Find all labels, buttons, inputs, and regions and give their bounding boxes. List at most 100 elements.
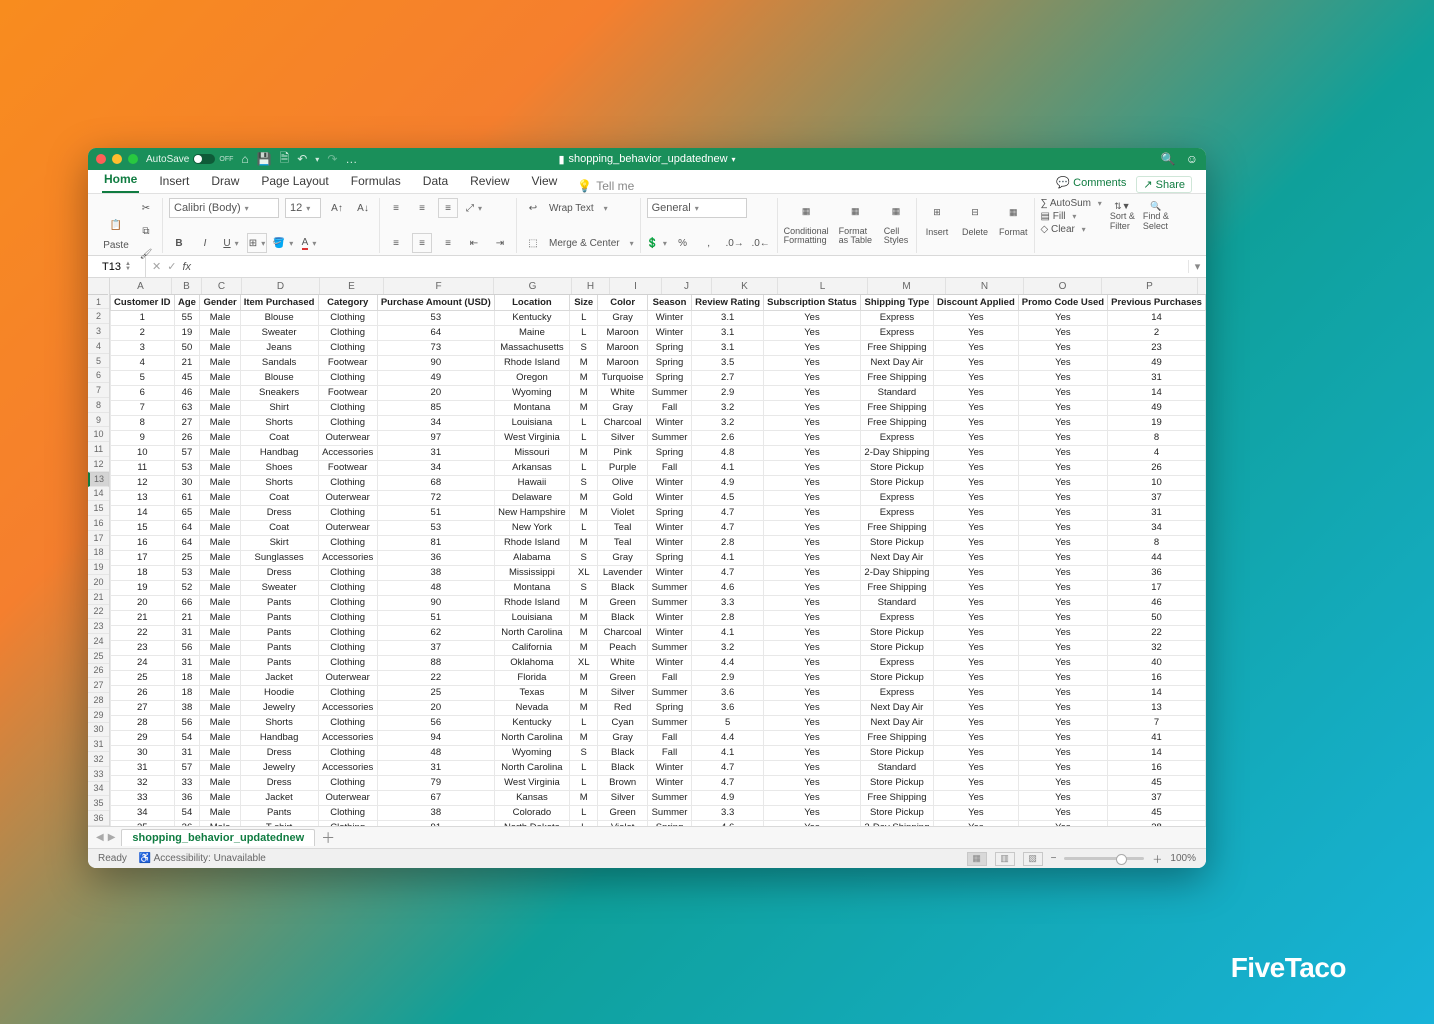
- cell[interactable]: Coat: [240, 490, 318, 505]
- cell[interactable]: 4.1: [692, 625, 764, 640]
- cell[interactable]: Yes: [764, 460, 861, 475]
- column-header[interactable]: G: [494, 278, 572, 294]
- cell[interactable]: Yes: [933, 745, 1018, 760]
- cell[interactable]: Yes: [1018, 715, 1107, 730]
- cell[interactable]: Male: [200, 700, 240, 715]
- cell[interactable]: 14: [1108, 685, 1206, 700]
- cell[interactable]: Oregon: [494, 370, 569, 385]
- cell[interactable]: 33: [174, 775, 200, 790]
- cell[interactable]: 54: [174, 805, 200, 820]
- decrease-indent-icon[interactable]: ⇤: [464, 233, 484, 253]
- orientation-icon[interactable]: ⤢▾: [464, 198, 484, 218]
- cell[interactable]: Male: [200, 310, 240, 325]
- close-window-icon[interactable]: [96, 154, 106, 164]
- cell[interactable]: Winter: [647, 760, 691, 775]
- row-header[interactable]: 8: [88, 398, 109, 413]
- cell[interactable]: Gold: [598, 490, 648, 505]
- cell[interactable]: Express: [860, 685, 933, 700]
- row-header[interactable]: 2: [88, 309, 109, 324]
- column-headers[interactable]: ABCDEFGHIJKLMNOP: [110, 278, 1206, 295]
- cell[interactable]: Outerwear: [318, 790, 377, 805]
- column-field-header[interactable]: Review Rating: [692, 295, 764, 310]
- merge-center-button[interactable]: Merge & Center: [549, 238, 620, 249]
- column-header[interactable]: H: [572, 278, 610, 294]
- cell[interactable]: L: [570, 430, 598, 445]
- row-header[interactable]: 9: [88, 413, 109, 428]
- cell[interactable]: XL: [570, 655, 598, 670]
- cell[interactable]: Male: [200, 460, 240, 475]
- cell[interactable]: M: [570, 445, 598, 460]
- cell[interactable]: Shorts: [240, 715, 318, 730]
- table-row[interactable]: 3454MalePantsClothing38ColoradoLGreenSum…: [111, 805, 1206, 820]
- row-header[interactable]: 22: [88, 605, 109, 620]
- align-bottom-icon[interactable]: ≡: [438, 198, 458, 218]
- cell[interactable]: Yes: [764, 640, 861, 655]
- table-row[interactable]: 2121MalePantsClothing51LouisianaMBlackWi…: [111, 610, 1206, 625]
- row-header[interactable]: 23: [88, 619, 109, 634]
- cell[interactable]: Sweater: [240, 325, 318, 340]
- cell[interactable]: XL: [570, 565, 598, 580]
- cell[interactable]: Male: [200, 775, 240, 790]
- cell[interactable]: Winter: [647, 520, 691, 535]
- row-header[interactable]: 29: [88, 708, 109, 723]
- fill-button[interactable]: ▤ Fill ▾: [1041, 211, 1102, 222]
- cell[interactable]: Outerwear: [318, 520, 377, 535]
- cell[interactable]: 29: [111, 730, 174, 745]
- column-field-header[interactable]: Purchase Amount (USD): [377, 295, 494, 310]
- name-box[interactable]: T13 ▲▼: [88, 256, 146, 277]
- insert-cells-button[interactable]: ⊞Insert: [923, 198, 951, 237]
- table-row[interactable]: 421MaleSandalsFootwear90Rhode IslandMMar…: [111, 355, 1206, 370]
- expand-formula-bar-icon[interactable]: ▾: [1188, 260, 1206, 273]
- row-headers[interactable]: 1234567891011121314151617181920212223242…: [88, 278, 110, 826]
- cell[interactable]: Yes: [933, 715, 1018, 730]
- cell[interactable]: Yes: [764, 430, 861, 445]
- cell[interactable]: Yes: [933, 685, 1018, 700]
- cell[interactable]: 79: [377, 775, 494, 790]
- cell[interactable]: Male: [200, 580, 240, 595]
- cell[interactable]: Yes: [1018, 610, 1107, 625]
- cell[interactable]: Silver: [598, 685, 648, 700]
- enter-formula-icon[interactable]: ✓: [167, 260, 176, 273]
- row-header[interactable]: 12: [88, 457, 109, 472]
- cell[interactable]: Yes: [1018, 385, 1107, 400]
- cell[interactable]: 25: [111, 670, 174, 685]
- cell[interactable]: Free Shipping: [860, 340, 933, 355]
- cell[interactable]: Olive: [598, 475, 648, 490]
- cell[interactable]: 3.1: [692, 310, 764, 325]
- cell[interactable]: Gray: [598, 310, 648, 325]
- cell[interactable]: M: [570, 640, 598, 655]
- cell[interactable]: 31: [111, 760, 174, 775]
- cell[interactable]: Male: [200, 550, 240, 565]
- cell[interactable]: M: [570, 355, 598, 370]
- cell[interactable]: Next Day Air: [860, 550, 933, 565]
- cell[interactable]: 4: [111, 355, 174, 370]
- cell[interactable]: Free Shipping: [860, 790, 933, 805]
- column-field-header[interactable]: Season: [647, 295, 691, 310]
- cell[interactable]: Yes: [764, 355, 861, 370]
- cell[interactable]: Yes: [933, 370, 1018, 385]
- cell[interactable]: 37: [377, 640, 494, 655]
- cell[interactable]: 30: [111, 745, 174, 760]
- cell[interactable]: Yes: [764, 520, 861, 535]
- cell[interactable]: 31: [174, 625, 200, 640]
- column-header[interactable]: A: [110, 278, 172, 294]
- cell[interactable]: 34: [1108, 520, 1206, 535]
- cell[interactable]: 27: [174, 415, 200, 430]
- cell[interactable]: Clothing: [318, 505, 377, 520]
- cell[interactable]: 2: [1108, 325, 1206, 340]
- row-header[interactable]: 15: [88, 501, 109, 516]
- column-field-header[interactable]: Previous Purchases: [1108, 295, 1206, 310]
- row-header[interactable]: 36: [88, 811, 109, 826]
- column-header[interactable]: I: [610, 278, 662, 294]
- cell[interactable]: 53: [174, 565, 200, 580]
- cell[interactable]: 65: [174, 505, 200, 520]
- cell[interactable]: 63: [174, 400, 200, 415]
- cell[interactable]: Charcoal: [598, 415, 648, 430]
- cell[interactable]: 57: [174, 760, 200, 775]
- cell[interactable]: Sweater: [240, 580, 318, 595]
- zoom-in-button[interactable]: ＋: [1152, 851, 1162, 866]
- cell[interactable]: 27: [111, 700, 174, 715]
- cell[interactable]: 62: [377, 625, 494, 640]
- cell[interactable]: Accessories: [318, 700, 377, 715]
- cell[interactable]: Free Shipping: [860, 580, 933, 595]
